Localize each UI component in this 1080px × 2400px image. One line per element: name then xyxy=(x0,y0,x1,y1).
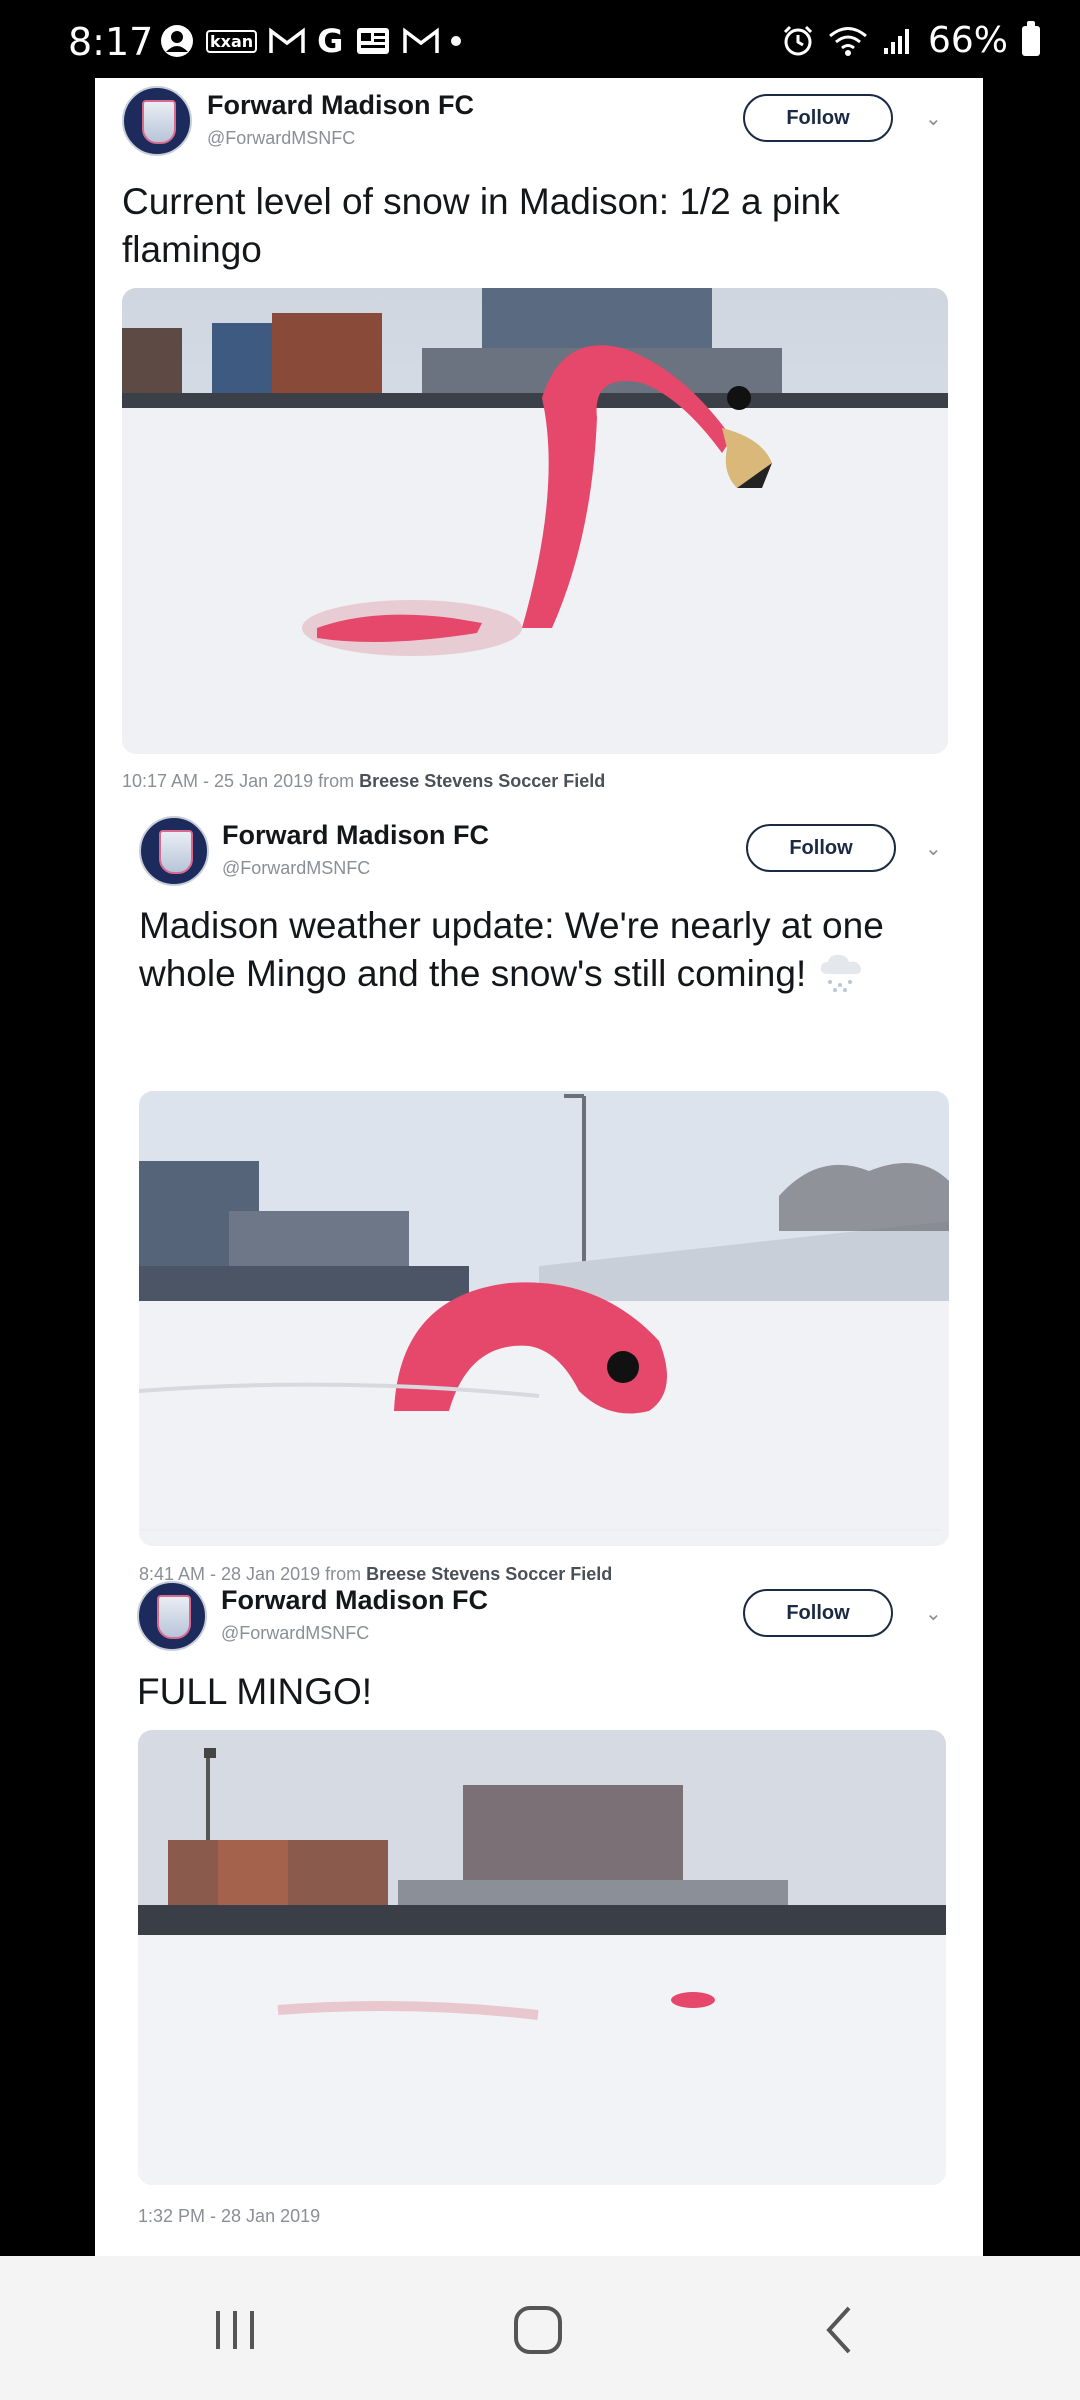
battery-icon xyxy=(1022,20,1040,56)
signal-icon xyxy=(883,28,909,54)
dot-icon xyxy=(451,36,462,46)
home-icon xyxy=(514,2306,562,2354)
display-name[interactable]: Forward Madison FC xyxy=(207,90,474,121)
tweet-text: Madison weather update: We're nearly at … xyxy=(139,905,884,994)
chevron-down-icon[interactable]: ⌄ xyxy=(925,1601,942,1626)
flamingo-half-snow-image xyxy=(122,288,948,754)
display-name[interactable]: Forward Madison FC xyxy=(222,820,489,851)
alarm-icon xyxy=(783,25,813,55)
wifi-icon xyxy=(829,26,867,56)
screenshot-content: Forward Madison FC @ForwardMSNFC Follow … xyxy=(95,78,983,2256)
recent-apps-button[interactable] xyxy=(205,2300,265,2360)
chevron-down-icon[interactable]: ⌄ xyxy=(925,106,942,131)
user-handle: @ForwardMSNFC xyxy=(207,128,356,148)
home-button[interactable] xyxy=(508,2300,568,2360)
avatar[interactable] xyxy=(122,86,192,156)
news-icon xyxy=(357,28,390,54)
tweet-photo[interactable] xyxy=(122,288,948,754)
tweet-text: Current level of snow in Madison: 1/2 a … xyxy=(122,181,840,270)
back-button[interactable] xyxy=(812,2300,872,2360)
timestamp: 10:17 AM - 25 Jan 2019 from xyxy=(122,771,355,791)
chevron-down-icon[interactable]: ⌄ xyxy=(925,836,942,861)
location-link[interactable]: Breese Stevens Soccer Field xyxy=(366,1564,612,1584)
tweet-meta: 8:41 AM - 28 Jan 2019 from Breese Steven… xyxy=(139,1564,612,1585)
gmail-icon xyxy=(269,27,305,53)
user-handle: @ForwardMSNFC xyxy=(222,858,371,878)
notification-icons: kxan G xyxy=(160,22,462,60)
back-icon xyxy=(826,2306,851,2354)
flamingo-fully-buried-image xyxy=(138,1730,946,2185)
club-crest-icon xyxy=(159,830,193,874)
follow-button[interactable]: Follow xyxy=(746,824,896,872)
account-circle-icon xyxy=(161,25,193,57)
kxan-icon: kxan xyxy=(206,29,258,53)
tweet-photo[interactable] xyxy=(138,1730,946,2185)
follow-button[interactable]: Follow xyxy=(743,94,893,142)
timestamp: 1:32 PM - 28 Jan 2019 xyxy=(138,2206,321,2226)
tweet-photo[interactable] xyxy=(139,1091,949,1546)
divider xyxy=(140,1529,940,1531)
club-crest-icon xyxy=(142,100,176,144)
google-icon: G xyxy=(317,22,344,60)
tweet-meta: 1:32 PM - 28 Jan 2019 xyxy=(138,2206,320,2227)
clock: 8:17 xyxy=(68,20,154,64)
status-bar: 8:17 kxan G 66% xyxy=(0,0,1080,78)
avatar[interactable] xyxy=(139,816,209,886)
follow-button[interactable]: Follow xyxy=(743,1589,893,1637)
user-handle: @ForwardMSNFC xyxy=(221,1623,370,1643)
navigation-bar xyxy=(0,2256,1080,2400)
avatar[interactable] xyxy=(137,1581,207,1651)
location-link[interactable]: Breese Stevens Soccer Field xyxy=(359,771,605,791)
gmail-icon xyxy=(403,27,440,53)
battery-percent: 66% xyxy=(927,20,1008,61)
snow-cloud-icon xyxy=(820,954,861,992)
tweet-text: FULL MINGO! xyxy=(137,1671,373,1712)
system-icons: 66% xyxy=(782,20,1040,61)
club-crest-icon xyxy=(157,1595,191,1639)
recent-apps-icon xyxy=(216,2311,254,2349)
flamingo-nearly-buried-image xyxy=(139,1091,949,1546)
display-name[interactable]: Forward Madison FC xyxy=(221,1585,488,1616)
tweet-meta: 10:17 AM - 25 Jan 2019 from Breese Steve… xyxy=(122,771,605,792)
